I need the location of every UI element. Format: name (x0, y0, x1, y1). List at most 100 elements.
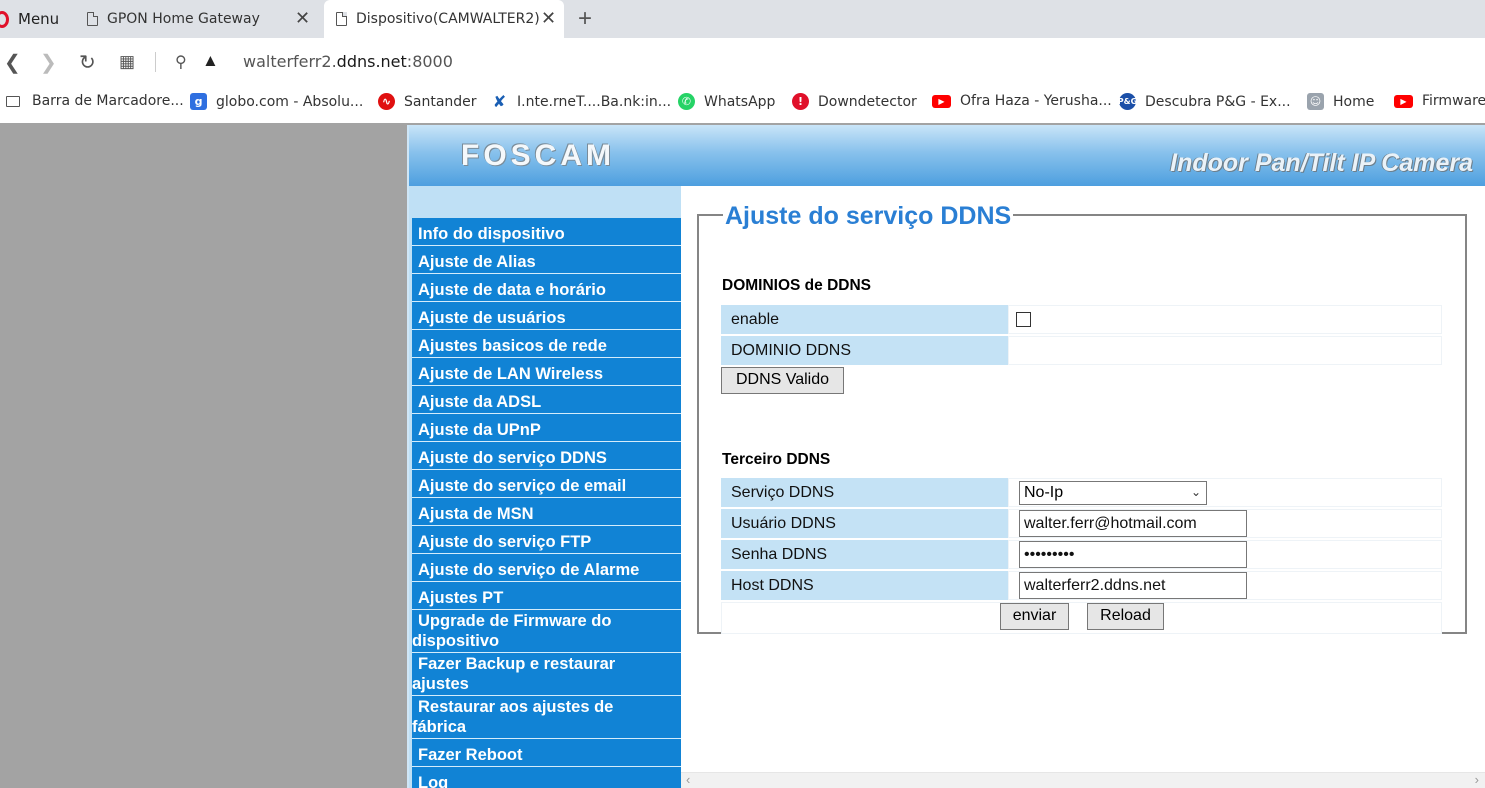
domain-label: DOMINIO DDNS (721, 336, 1008, 365)
bookmark-pg[interactable]: P&G Descubra P&G - Ex... (1118, 93, 1291, 110)
grid-icon[interactable]: ▦ (119, 52, 135, 72)
back-icon[interactable]: ❮ (4, 50, 21, 75)
pg-icon: P&G (1118, 93, 1137, 110)
close-icon[interactable]: ✕ (295, 8, 310, 29)
sidebar-item-email[interactable]: Ajuste do serviço de email (412, 470, 682, 498)
sidebar-item-network[interactable]: Ajustes basicos de rede (412, 330, 682, 358)
bookmark-label: Home (1333, 93, 1375, 110)
url-field[interactable]: walterferr2.ddns.net:8000 (243, 52, 453, 71)
sidebar-item-pt[interactable]: Ajustes PT (412, 582, 682, 610)
sidebar-item-line: fábrica (412, 718, 467, 736)
submit-button[interactable]: enviar (1000, 603, 1069, 630)
sidebar-item-alias[interactable]: Ajuste de Alias (412, 246, 682, 274)
sidebar-item-info[interactable]: Info do dispositivo (412, 218, 682, 246)
reload-button[interactable]: Reload (1087, 603, 1164, 630)
sidebar-item-ddns[interactable]: Ajuste do serviço DDNS (412, 442, 682, 470)
reload-icon[interactable]: ↻ (79, 50, 96, 75)
warning-icon[interactable]: ▲ (202, 51, 219, 71)
table-row: Serviço DDNS No-Ip ⌄ (721, 478, 1442, 507)
menu-label: Menu (18, 10, 60, 28)
sidebar-item-users[interactable]: Ajuste de usuários (412, 302, 682, 330)
bookmark-label: Downdetector (818, 93, 917, 110)
sidebar-item-alarm[interactable]: Ajuste do serviço de Alarme (412, 554, 682, 582)
bookmark-internet-banking[interactable]: ✘ I.nte.rneT....Ba.nk:in... (491, 92, 672, 111)
santander-icon: ∿ (378, 93, 395, 110)
address-bar: ❮ ❯ ↻ ▦ ⚲ ▲ walterferr2.ddns.net:8000 (0, 38, 1485, 85)
service-selected-value: No-Ip (1024, 483, 1064, 501)
sidebar-item-msn[interactable]: Ajusta de MSN (412, 498, 682, 526)
bookmark-folder[interactable]: Barra de Marcadore... (6, 93, 184, 109)
sidebar-item-adsl[interactable]: Ajuste da ADSL (412, 386, 682, 414)
bookmark-label: Santander (404, 93, 477, 110)
key-icon[interactable]: ⚲ (175, 52, 187, 72)
bookmark-firmware[interactable]: ▶ Firmware (1394, 93, 1485, 109)
sidebar-item-line: ajustes (412, 675, 469, 693)
password-input[interactable]: ••••••••• (1019, 541, 1247, 568)
third-party-ddns-table: Serviço DDNS No-Ip ⌄ Usuário DDNS walter.… (721, 476, 1442, 636)
sidebar-item-reboot[interactable]: Fazer Reboot (412, 739, 682, 767)
buttons-cell (721, 602, 1442, 634)
whatsapp-icon: ✆ (678, 93, 695, 110)
table-row: Usuário DDNS walter.ferr@hotmail.com (721, 509, 1442, 538)
bookmark-home[interactable]: ☺ Home (1307, 93, 1374, 110)
url-port: :8000 (406, 52, 453, 71)
sidebar-item-backup[interactable]: Fazer Backup e restaurar ajustes (412, 653, 682, 696)
password-cell: ••••••••• (1008, 540, 1442, 569)
host-input[interactable]: walterferr2.ddns.net (1019, 572, 1247, 599)
sidebar-item-log[interactable]: Log (412, 767, 682, 788)
sidebar-item-firmware[interactable]: Upgrade de Firmware do dispositivo (412, 610, 682, 653)
section-heading-ddns-domains: DOMINIOS de DDNS (722, 277, 871, 294)
tab-title: Dispositivo(CAMWALTER2) (356, 11, 540, 27)
service-cell: No-Ip ⌄ (1008, 478, 1442, 507)
sidebar-item-upnp[interactable]: Ajuste da UPnP (412, 414, 682, 442)
sidebar-item-datetime[interactable]: Ajuste de data e horário (412, 274, 682, 302)
horizontal-scrollbar[interactable]: ‹ › (681, 772, 1485, 788)
opera-logo-icon (0, 10, 9, 28)
sidebar-item-ftp[interactable]: Ajuste do serviço FTP (412, 526, 682, 554)
bookmark-santander[interactable]: ∿ Santander (378, 93, 477, 110)
youtube-icon: ▶ (932, 94, 951, 108)
table-row: Host DDNS walterferr2.ddns.net (721, 571, 1442, 600)
user-input[interactable]: walter.ferr@hotmail.com (1019, 510, 1247, 537)
document-icon (336, 12, 347, 26)
scroll-left-icon[interactable]: ‹ (686, 772, 690, 787)
bookmark-label: Ofra Haza - Yerusha... (960, 93, 1112, 109)
sidebar-item-factory-reset[interactable]: Restaurar aos ajustes de fábrica (412, 696, 682, 739)
bookmark-label: Firmware (1422, 93, 1485, 109)
divider (155, 52, 156, 72)
tab-dispositivo[interactable]: Dispositivo(CAMWALTER2) ✕ (324, 0, 564, 38)
tab-bar: Menu GPON Home Gateway ✕ Dispositivo(CAM… (0, 0, 1485, 38)
forward-icon[interactable]: ❯ (40, 50, 57, 75)
bookmark-label: WhatsApp (704, 93, 776, 110)
x-icon: ✘ (491, 92, 508, 111)
sidebar-item-wireless[interactable]: Ajuste de LAN Wireless (412, 358, 682, 386)
youtube-icon: ▶ (1394, 94, 1413, 108)
ddns-valid-button[interactable]: DDNS Valido (721, 367, 844, 394)
scroll-right-icon[interactable]: › (1475, 772, 1479, 787)
bookmark-whatsapp[interactable]: ✆ WhatsApp (678, 93, 775, 110)
folder-icon (6, 95, 20, 107)
ddns-fieldset: Ajuste do serviço DDNS DOMINIOS de DDNS … (697, 202, 1467, 636)
service-select[interactable]: No-Ip ⌄ (1019, 480, 1207, 505)
domain-value (1008, 336, 1442, 365)
sidebar-item-line: Fazer Backup e restaurar (418, 655, 616, 673)
camera-page: FOSCAM Indoor Pan/Tilt IP Camera Info do… (407, 125, 1485, 788)
tab-gpon[interactable]: GPON Home Gateway ✕ (87, 0, 322, 38)
new-tab-icon[interactable]: + (578, 5, 592, 33)
service-label: Serviço DDNS (721, 478, 1008, 507)
foscam-logo: FOSCAM (461, 139, 615, 172)
host-label: Host DDNS (721, 571, 1008, 600)
bookmark-globo[interactable]: g globo.com - Absolu... (190, 93, 363, 110)
product-title: Indoor Pan/Tilt IP Camera (1170, 149, 1473, 177)
bookmark-label: I.nte.rneT....Ba.nk:in... (517, 93, 672, 110)
downdetector-icon: ! (792, 93, 809, 110)
globo-icon: g (190, 93, 207, 110)
bookmark-youtube-ofra[interactable]: ▶ Ofra Haza - Yerusha... (932, 93, 1112, 109)
opera-menu-button[interactable]: Menu (0, 0, 78, 38)
table-row: Senha DDNS ••••••••• (721, 540, 1442, 569)
tab-title: GPON Home Gateway (107, 11, 260, 27)
host-cell: walterferr2.ddns.net (1008, 571, 1442, 600)
enable-checkbox[interactable] (1016, 311, 1031, 327)
close-icon[interactable]: ✕ (541, 8, 556, 29)
bookmark-downdetector[interactable]: ! Downdetector (792, 93, 917, 110)
